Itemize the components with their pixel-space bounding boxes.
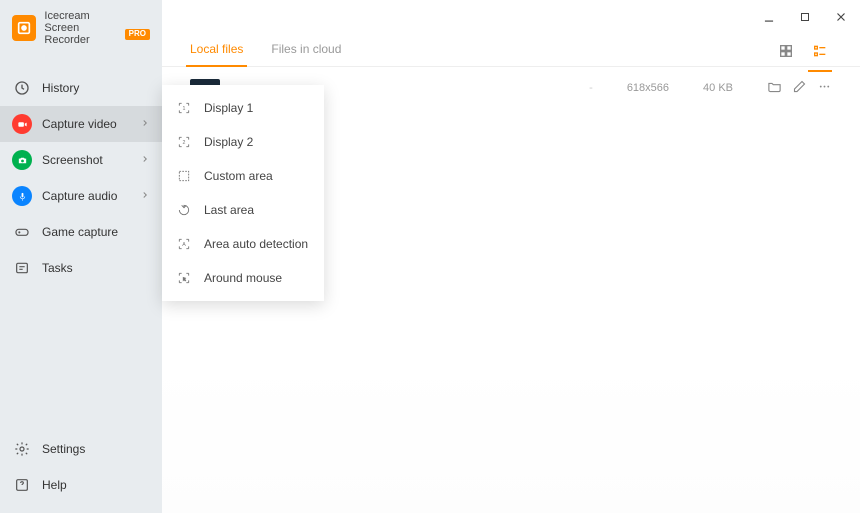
gear-icon xyxy=(12,439,32,459)
nav-capture-audio[interactable]: Capture audio xyxy=(0,178,162,214)
more-button[interactable] xyxy=(817,79,832,97)
chevron-right-icon xyxy=(140,189,150,203)
brand: Icecream Screen Recorder PRO xyxy=(0,0,162,56)
flyout-custom-area[interactable]: Custom area xyxy=(162,159,324,193)
video-icon xyxy=(12,114,32,134)
nav-tasks-label: Tasks xyxy=(42,261,73,275)
gamepad-icon xyxy=(12,222,32,242)
grid-view-button[interactable] xyxy=(776,42,796,60)
close-button[interactable] xyxy=(832,8,850,26)
tasks-icon xyxy=(12,258,32,278)
flyout-custom-area-label: Custom area xyxy=(204,169,273,183)
list-view-button[interactable] xyxy=(810,42,830,60)
capture-video-flyout: 1 Display 1 2 Display 2 Custom area Last… xyxy=(162,85,324,301)
last-area-icon xyxy=(176,202,192,218)
minimize-button[interactable] xyxy=(760,8,778,26)
flyout-display-2[interactable]: 2 Display 2 xyxy=(162,125,324,159)
nav-help[interactable]: Help xyxy=(0,467,162,503)
nav-screenshot-label: Screenshot xyxy=(42,153,103,167)
nav-game-capture-label: Game capture xyxy=(42,225,118,239)
chevron-right-icon xyxy=(140,117,150,131)
file-separator: - xyxy=(589,82,593,94)
nav-settings-label: Settings xyxy=(42,442,85,456)
brand-subtitle: Screen Recorder xyxy=(44,22,120,46)
camera-icon xyxy=(12,150,32,170)
display-2-icon: 2 xyxy=(176,134,192,150)
maximize-button[interactable] xyxy=(796,8,814,26)
chevron-right-icon xyxy=(140,153,150,167)
tab-local-files[interactable]: Local files xyxy=(190,36,243,66)
help-icon xyxy=(12,475,32,495)
flyout-display-2-label: Display 2 xyxy=(204,135,253,149)
mic-icon xyxy=(12,186,32,206)
flyout-auto-detection-label: Area auto detection xyxy=(204,237,308,251)
file-size: 40 KB xyxy=(703,82,733,94)
nav-capture-video[interactable]: Capture video xyxy=(0,106,162,142)
svg-text:2: 2 xyxy=(183,140,186,146)
brand-name: Icecream xyxy=(44,10,150,22)
svg-text:1: 1 xyxy=(183,106,186,112)
flyout-around-mouse[interactable]: Around mouse xyxy=(162,261,324,295)
pro-badge: PRO xyxy=(125,29,150,40)
file-dimensions: 618x566 xyxy=(627,82,669,94)
nav-list: History Capture video Screenshot xyxy=(0,70,162,286)
flyout-display-1[interactable]: 1 Display 1 xyxy=(162,91,324,125)
nav-capture-audio-label: Capture audio xyxy=(42,189,117,203)
sidebar: Icecream Screen Recorder PRO History Cap… xyxy=(0,0,162,513)
nav-help-label: Help xyxy=(42,478,67,492)
tabs: Local files Files in cloud xyxy=(162,34,860,67)
nav-settings[interactable]: Settings xyxy=(0,431,162,467)
auto-detect-icon: A xyxy=(176,236,192,252)
nav-history[interactable]: History xyxy=(0,70,162,106)
around-mouse-icon xyxy=(176,270,192,286)
flyout-auto-detection[interactable]: A Area auto detection xyxy=(162,227,324,261)
nav-game-capture[interactable]: Game capture xyxy=(0,214,162,250)
app-logo-icon xyxy=(12,15,36,41)
nav-capture-video-label: Capture video xyxy=(42,117,117,131)
edit-button[interactable] xyxy=(792,79,807,97)
window-controls xyxy=(162,0,860,34)
clock-icon xyxy=(12,78,32,98)
custom-area-icon xyxy=(176,168,192,184)
svg-text:A: A xyxy=(182,242,186,248)
tab-files-in-cloud[interactable]: Files in cloud xyxy=(271,36,341,66)
flyout-last-area[interactable]: Last area xyxy=(162,193,324,227)
nav-tasks[interactable]: Tasks xyxy=(0,250,162,286)
flyout-last-area-label: Last area xyxy=(204,203,254,217)
nav-screenshot[interactable]: Screenshot xyxy=(0,142,162,178)
flyout-display-1-label: Display 1 xyxy=(204,101,253,115)
display-1-icon: 1 xyxy=(176,100,192,116)
open-folder-button[interactable] xyxy=(767,79,782,97)
flyout-around-mouse-label: Around mouse xyxy=(204,271,282,285)
nav-history-label: History xyxy=(42,81,79,95)
